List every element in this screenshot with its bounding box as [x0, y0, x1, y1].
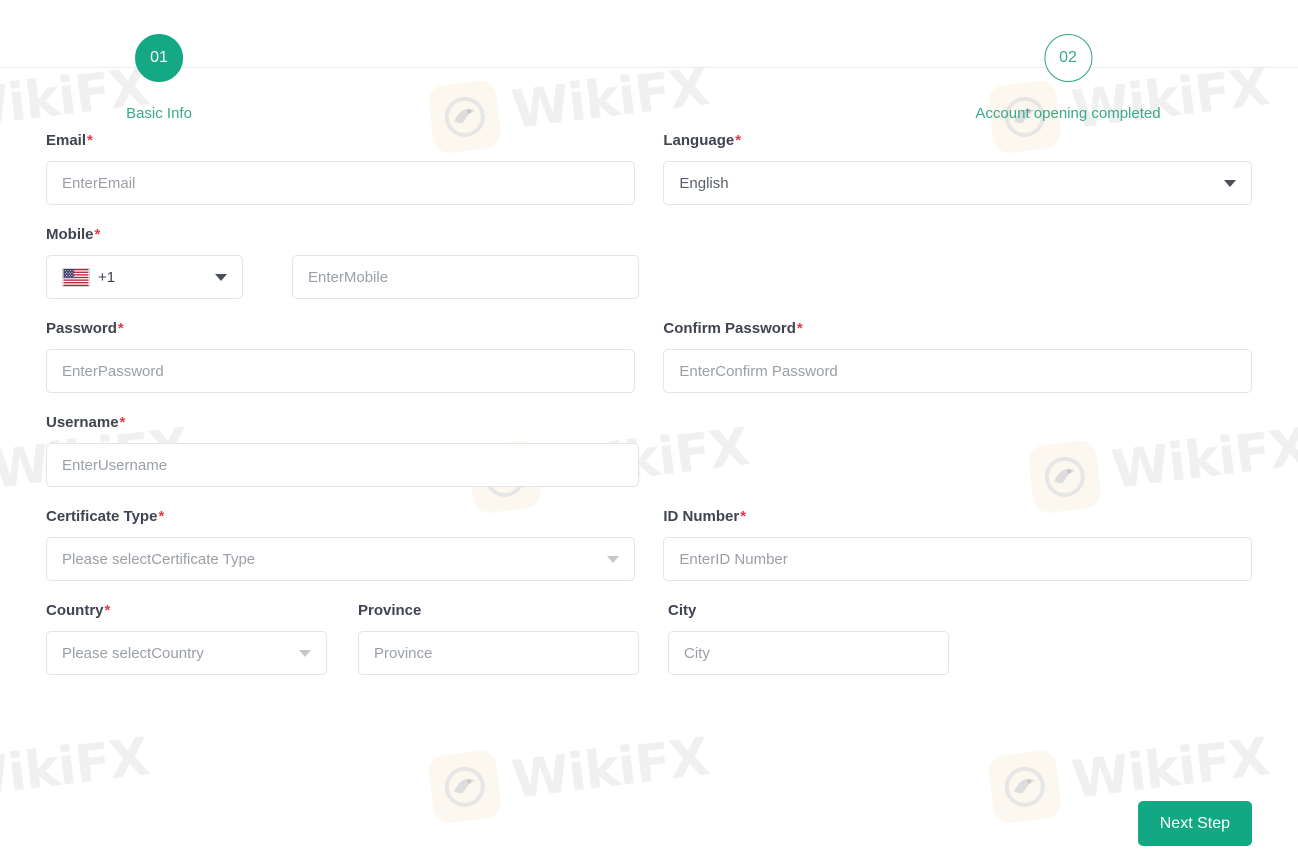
password-input[interactable]: EnterPassword: [46, 349, 635, 393]
field-certificate-type: Certificate Type* Please selectCertifica…: [46, 508, 635, 581]
required-asterisk-username: *: [119, 414, 126, 431]
username-input[interactable]: EnterUsername: [46, 443, 639, 487]
country-select-placeholder: Please selectCountry: [62, 644, 204, 662]
label-password: Password*: [46, 320, 635, 337]
field-country: Country* Please selectCountry: [46, 602, 327, 675]
chevron-down-icon: [299, 649, 311, 657]
chevron-down-icon: [215, 273, 227, 281]
label-password-text: Password: [46, 320, 117, 337]
mobile-gap: [243, 255, 292, 299]
label-email: Email*: [46, 132, 635, 149]
form-footer: Next Step: [1137, 801, 1252, 846]
province-input[interactable]: Province: [358, 631, 639, 675]
country-code-select[interactable]: +1: [46, 255, 243, 299]
field-id-number: ID Number* EnterID Number: [663, 508, 1252, 581]
label-id-number-text: ID Number: [663, 508, 740, 525]
required-asterisk-confirm-password: *: [796, 320, 803, 337]
required-asterisk-certificate-type: *: [158, 508, 165, 525]
id-number-input[interactable]: EnterID Number: [663, 537, 1252, 581]
label-country: Country*: [46, 602, 327, 619]
basic-info-form: Email* EnterEmail Language* English Mobi…: [0, 132, 1298, 675]
confirm-password-input-placeholder: EnterConfirm Password: [679, 362, 838, 380]
field-city: City City: [668, 602, 949, 675]
field-password: Password* EnterPassword: [46, 320, 635, 393]
province-input-placeholder: Province: [374, 644, 433, 662]
email-input-placeholder: EnterEmail: [62, 174, 136, 192]
label-confirm-password-text: Confirm Password: [663, 320, 796, 337]
account-opening-page: 01 Basic Info 02 Account opening complet…: [0, 0, 1298, 858]
label-username-text: Username: [46, 414, 119, 431]
certificate-type-placeholder: Please selectCertificate Type: [62, 550, 256, 568]
label-mobile-text: Mobile: [46, 226, 94, 243]
id-number-input-placeholder: EnterID Number: [679, 550, 788, 568]
row-gap: [635, 132, 664, 205]
row-gap: [635, 508, 664, 581]
label-mobile: Mobile*: [46, 226, 639, 243]
username-input-placeholder: EnterUsername: [62, 456, 168, 474]
step-number-badge-1: 01: [135, 34, 183, 82]
field-email: Email* EnterEmail: [46, 132, 635, 205]
field-confirm-password: Confirm Password* EnterConfirm Password: [663, 320, 1252, 393]
confirm-password-input[interactable]: EnterConfirm Password: [663, 349, 1252, 393]
required-asterisk-mobile: *: [94, 226, 101, 243]
chevron-down-icon: [606, 555, 619, 563]
label-province-text: Province: [358, 602, 422, 619]
form-row-email-language: Email* EnterEmail Language* English: [46, 132, 1252, 205]
stepper-step-account-opening-completed[interactable]: 02 Account opening completed: [975, 0, 1161, 122]
label-id-number: ID Number*: [663, 508, 1252, 525]
certificate-type-select[interactable]: Please selectCertificate Type: [46, 537, 635, 581]
email-input[interactable]: EnterEmail: [46, 161, 635, 205]
mobile-controls: +1 EnterMobile: [46, 255, 639, 299]
label-certificate-type: Certificate Type*: [46, 508, 635, 525]
label-city-text: City: [668, 602, 697, 619]
required-asterisk-language: *: [735, 132, 742, 149]
row-gap: [639, 602, 668, 675]
step-label-2: Account opening completed: [975, 105, 1161, 122]
form-row-location: Country* Please selectCountry Province P…: [46, 602, 1252, 675]
field-language: Language* English: [663, 132, 1252, 205]
required-asterisk-password: *: [117, 320, 124, 337]
form-row-passwords: Password* EnterPassword Confirm Password…: [46, 320, 1252, 393]
mobile-input[interactable]: EnterMobile: [292, 255, 639, 299]
language-select[interactable]: English: [663, 161, 1252, 205]
label-language: Language*: [663, 132, 1252, 149]
mobile-input-placeholder: EnterMobile: [308, 268, 389, 286]
label-city: City: [668, 602, 949, 619]
field-province: Province Province: [358, 602, 639, 675]
required-asterisk-email: *: [87, 132, 93, 149]
country-select[interactable]: Please selectCountry: [46, 631, 327, 675]
row-gap: [327, 602, 358, 675]
label-email-text: Email: [46, 132, 87, 149]
us-flag-icon: [62, 267, 90, 287]
form-row-mobile: Mobile* +1 EnterMobile: [46, 226, 1252, 299]
step-number-badge-2: 02: [1043, 34, 1092, 82]
stepper: 01 Basic Info 02 Account opening complet…: [0, 0, 1298, 132]
chevron-down-icon: [1224, 179, 1236, 187]
stepper-step-basic-info[interactable]: 01 Basic Info: [126, 0, 192, 122]
language-select-value: English: [679, 174, 729, 192]
required-asterisk-id-number: *: [740, 508, 747, 525]
field-username: Username* EnterUsername: [46, 414, 639, 487]
row-gap: [635, 320, 664, 393]
next-step-button[interactable]: Next Step: [1137, 801, 1252, 846]
label-certificate-type-text: Certificate Type: [46, 508, 158, 525]
label-username: Username*: [46, 414, 639, 431]
label-confirm-password: Confirm Password*: [663, 320, 1252, 337]
label-province: Province: [358, 602, 639, 619]
step-label-1: Basic Info: [126, 105, 192, 122]
field-mobile: Mobile* +1 EnterMobile: [46, 226, 639, 299]
form-row-username: Username* EnterUsername: [46, 414, 1252, 487]
form-row-certificate-id: Certificate Type* Please selectCertifica…: [46, 508, 1252, 581]
password-input-placeholder: EnterPassword: [62, 362, 164, 380]
city-input-placeholder: City: [684, 644, 710, 662]
label-language-text: Language: [663, 132, 735, 149]
country-dial-code: +1: [98, 268, 116, 286]
city-input[interactable]: City: [668, 631, 949, 675]
required-asterisk-country: *: [104, 602, 111, 619]
label-country-text: Country: [46, 602, 104, 619]
